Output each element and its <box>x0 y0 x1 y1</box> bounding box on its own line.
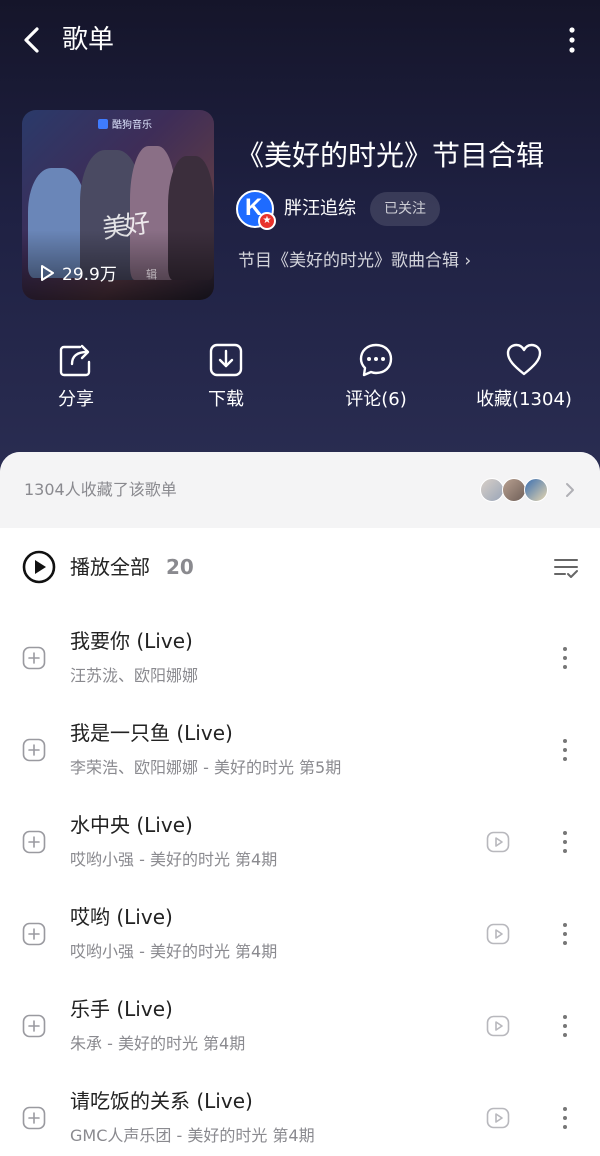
page-title: 歌单 <box>62 25 115 55</box>
play-circle-icon <box>22 550 56 584</box>
avatar <box>524 478 548 502</box>
creator-name[interactable]: 胖汪追综 <box>284 196 356 222</box>
song-title: 乐手 (Live) <box>70 997 173 1021</box>
song-row[interactable]: 我是一只鱼 (Live) 李荣浩、欧阳娜娜 - 美好的时光 第5期 <box>0 704 600 796</box>
creator-avatar[interactable]: K ★ <box>236 190 276 230</box>
list-manage-icon[interactable] <box>552 554 580 582</box>
cover-brand: 酷狗音乐 <box>98 116 152 131</box>
song-row[interactable]: 水中央 (Live) 哎哟小强 - 美好的时光 第4期 <box>0 796 600 888</box>
song-subtitle: 李荣浩、欧阳娜娜 - 美好的时光 第5期 <box>70 758 342 777</box>
add-to-playlist-icon[interactable] <box>22 830 46 854</box>
chevron-right-icon <box>566 483 574 497</box>
song-subtitle: GMC人声乐团 - 美好的时光 第4期 <box>70 1126 315 1145</box>
download-icon <box>209 343 243 377</box>
more-vertical-icon <box>569 27 575 53</box>
play-all-label: 播放全部 <box>70 555 150 579</box>
avatar <box>502 478 526 502</box>
add-to-playlist-icon[interactable] <box>22 1106 46 1130</box>
favorites-text: 1304人收藏了该歌单 <box>24 480 177 499</box>
song-more-icon[interactable] <box>556 920 574 948</box>
song-more-icon[interactable] <box>556 644 574 672</box>
more-options-button[interactable] <box>562 24 582 56</box>
favorites-bar[interactable]: 1304人收藏了该歌单 <box>0 452 600 528</box>
song-more-icon[interactable] <box>556 1104 574 1132</box>
follow-button[interactable]: 已关注 <box>370 192 440 226</box>
song-more-icon[interactable] <box>556 828 574 856</box>
back-button[interactable] <box>18 22 48 58</box>
song-row[interactable]: 我要你 (Live) 汪苏泷、欧阳娜娜 <box>0 612 600 704</box>
heart-icon <box>506 343 542 376</box>
song-list-sheet: 1304人收藏了该歌单 播放全部 20 我要你 (Live) 汪苏泷、欧阳娜娜我是… <box>0 452 600 1156</box>
song-subtitle: 哎哟小强 - 美好的时光 第4期 <box>70 850 278 869</box>
comment-button[interactable]: 评论(6) <box>306 342 446 422</box>
song-count: 20 <box>166 555 194 579</box>
song-title: 请吃饭的关系 (Live) <box>70 1089 253 1113</box>
add-to-playlist-icon[interactable] <box>22 922 46 946</box>
add-to-playlist-icon[interactable] <box>22 738 46 762</box>
star-badge-icon: ★ <box>258 212 276 230</box>
top-bar: 歌单 <box>0 0 600 80</box>
share-icon <box>59 344 91 377</box>
avatar <box>480 478 504 502</box>
playlist-cover[interactable]: 酷狗音乐 美好 29.9万 辑 <box>22 110 214 300</box>
video-icon[interactable] <box>486 1014 510 1038</box>
play-count: 29.9万 <box>40 260 117 285</box>
cover-tag: 辑 <box>146 268 157 281</box>
song-title: 哎哟 (Live) <box>70 905 173 929</box>
share-button[interactable]: 分享 <box>6 342 146 422</box>
song-title: 我要你 (Live) <box>70 629 193 653</box>
chevron-left-icon <box>24 27 39 53</box>
add-to-playlist-icon[interactable] <box>22 646 46 670</box>
add-to-playlist-icon[interactable] <box>22 1014 46 1038</box>
favorite-avatars <box>480 478 560 504</box>
song-more-icon[interactable] <box>556 736 574 764</box>
favorite-button[interactable]: 收藏(1304) <box>454 342 594 422</box>
video-icon[interactable] <box>486 1106 510 1130</box>
song-subtitle: 汪苏泷、欧阳娜娜 <box>70 666 199 685</box>
song-row[interactable]: 乐手 (Live) 朱承 - 美好的时光 第4期 <box>0 980 600 1072</box>
playlist-description[interactable]: 节目《美好的时光》歌曲合辑 › <box>238 248 471 274</box>
brand-logo-icon <box>98 118 108 129</box>
comment-icon <box>359 343 393 377</box>
song-subtitle: 哎哟小强 - 美好的时光 第4期 <box>70 942 278 961</box>
video-icon[interactable] <box>486 922 510 946</box>
play-icon <box>41 264 54 281</box>
song-subtitle: 朱承 - 美好的时光 第4期 <box>70 1034 246 1053</box>
song-title: 我是一只鱼 (Live) <box>70 721 233 745</box>
play-all-row[interactable]: 播放全部 20 <box>0 542 600 592</box>
song-row[interactable]: 哎哟 (Live) 哎哟小强 - 美好的时光 第4期 <box>0 888 600 980</box>
song-title: 水中央 (Live) <box>70 813 193 837</box>
download-button[interactable]: 下载 <box>156 342 296 422</box>
song-row[interactable]: 请吃饭的关系 (Live) GMC人声乐团 - 美好的时光 第4期 <box>0 1072 600 1156</box>
song-more-icon[interactable] <box>556 1012 574 1040</box>
playlist-title: 《美好的时光》节目合辑 <box>236 139 545 172</box>
video-icon[interactable] <box>486 830 510 854</box>
